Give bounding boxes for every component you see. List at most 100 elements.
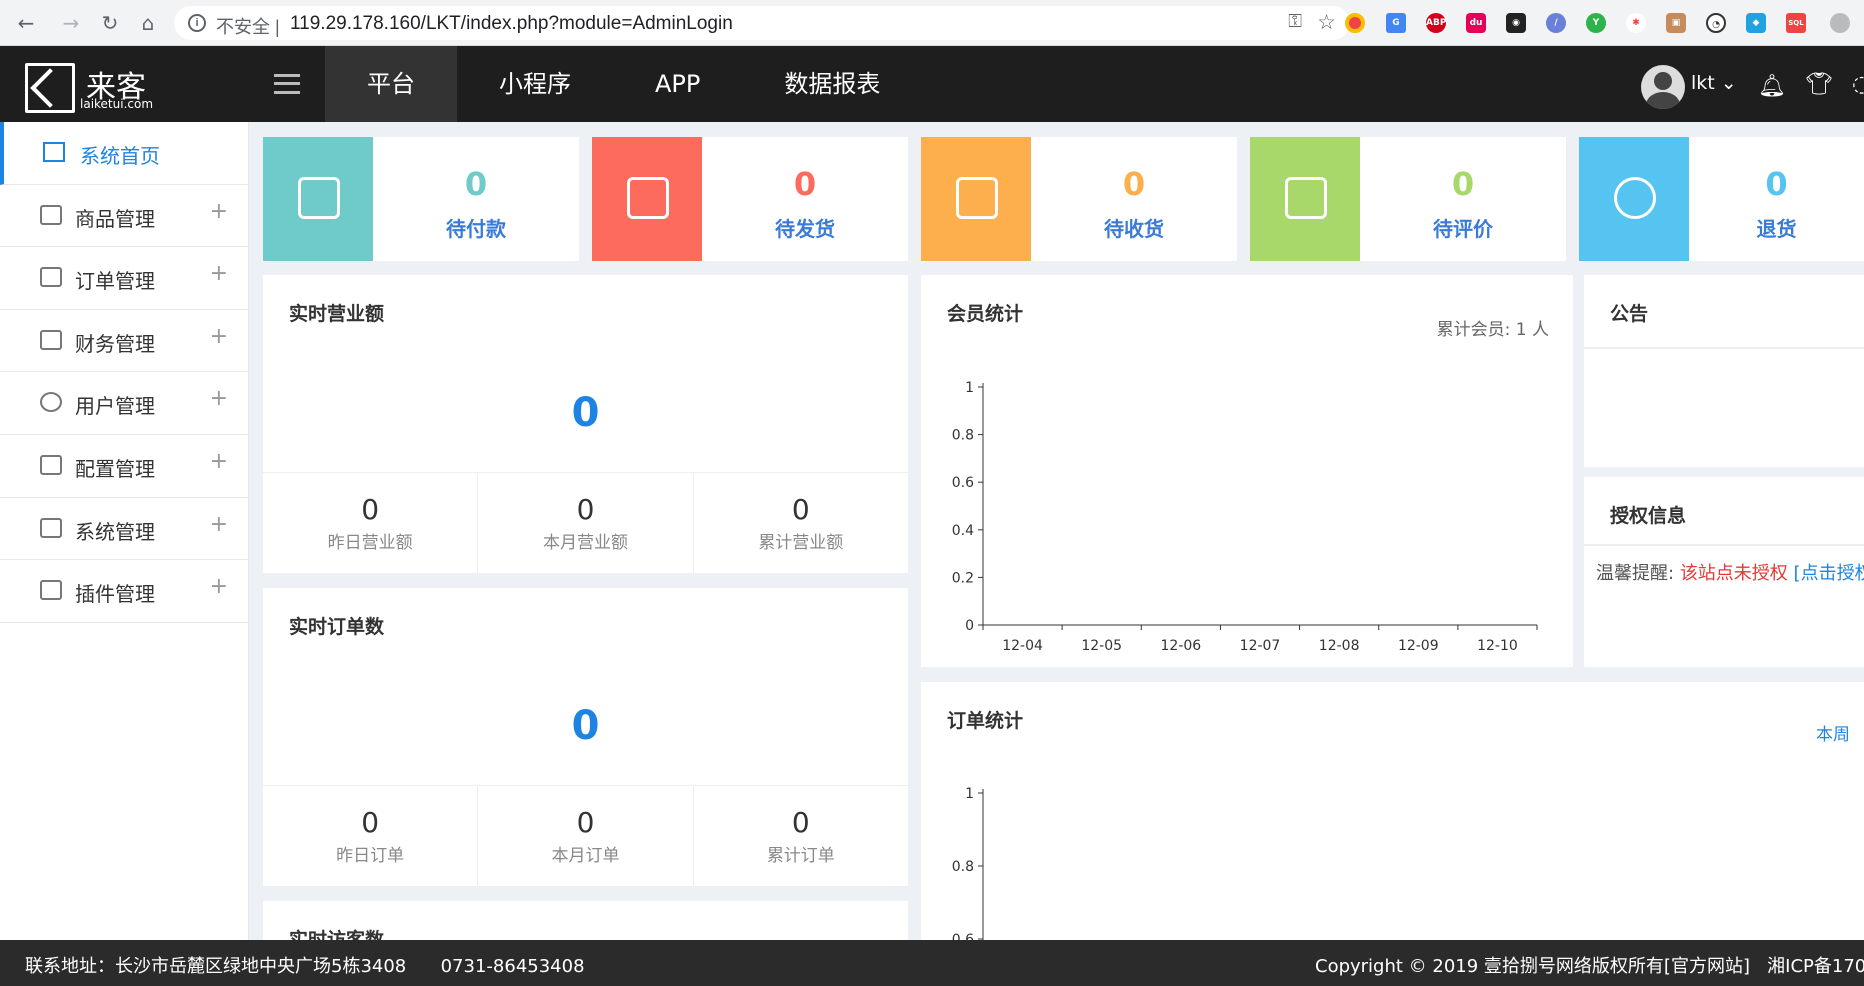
forward-icon[interactable]: → [57,9,85,37]
extension-asterisk-icon[interactable]: ✱ [1626,13,1646,33]
top-nav-platform[interactable]: 平台 [325,46,457,122]
stat-card-pending-payment[interactable]: 0 待付款 [263,137,579,261]
y-tick-label: 0.2 [952,570,974,586]
orders-month: 0 本月订单 [478,786,694,886]
user-menu[interactable]: lkt ⌄ [1691,72,1737,94]
extension-sql-icon[interactable]: SQL [1786,13,1806,33]
archive-icon [627,177,669,219]
bag-icon [40,204,62,225]
footer-contact: 联系地址：长沙市岳麓区绿地中央广场5栋3408 0731-86453408 [25,952,585,978]
stat-icon-box [1579,137,1689,261]
stat-card-returns[interactable]: 0 退货 [1579,137,1864,261]
top-nav-miniprogram[interactable]: 小程序 [457,46,613,122]
key-icon[interactable]: ⚿ [1288,11,1302,32]
expand-plus-icon[interactable]: + [210,324,228,349]
top-nav-app[interactable]: APP [613,46,742,122]
sidebar-item-label: 配置管理 [75,456,155,481]
logo-mark [25,63,75,113]
info-icon[interactable]: i [188,14,206,32]
extension-gauge-icon[interactable]: ◔ [1706,13,1726,33]
extension-feather-icon[interactable]: / [1546,13,1566,33]
stat-icon-box [921,137,1031,261]
notice-panel: 公告 [1584,275,1864,467]
extension-y-icon[interactable]: Y [1586,13,1606,33]
revenue-yesterday: 0 昨日营业额 [263,473,479,573]
profile-avatar-icon[interactable] [1830,13,1850,33]
top-nav-reports[interactable]: 数据报表 [742,46,922,122]
user-icon [40,392,62,413]
footer-phone: 0731-86453408 [440,956,585,977]
stat-card-pending-shipment[interactable]: 0 待发货 [592,137,908,261]
stat-icon-box [592,137,702,261]
order-stats-panel: 订单统计 本周 0.6 0.8 1 [921,682,1864,940]
license-panel: 授权信息 温馨提醒: 该站点未授权 [点击授权] [1584,477,1864,667]
extension-eye-icon[interactable]: ◆ [1746,13,1766,33]
footer-copyright-line: Copyright © 2019 壹拾捌号网络版权所有[官方网站] 湘ICP备1… [1315,952,1864,978]
home-icon[interactable]: ⌂ [134,9,162,37]
label: 本月营业额 [542,533,628,553]
sidebar-item-users[interactable]: 用户管理 + [0,372,248,435]
browser-toolbar: ← → ↻ ⌂ i 不安全 | 119.29.178.160/LKT/index… [0,0,1864,46]
label: 昨日营业额 [327,533,413,553]
y-tick-label: 1 [965,786,974,802]
value: 0 [576,493,595,526]
sidebar-item-home[interactable]: 系统首页 [0,122,248,185]
extension-translate-icon[interactable]: G [1386,13,1406,33]
expand-plus-icon[interactable]: + [210,449,228,474]
stat-label: 待评价 [1433,217,1493,241]
menu-toggle-icon[interactable] [274,74,300,94]
footer-icp: 湘ICP备170203 [1767,956,1864,977]
shirt-icon[interactable]: 👕︎ [1805,72,1833,97]
stat-card-pending-review[interactable]: 0 待评价 [1250,137,1566,261]
expand-plus-icon[interactable]: + [210,386,228,411]
more-icon[interactable]: ◌ [1852,72,1864,97]
sidebar-item-plugins[interactable]: 插件管理 + [0,560,248,623]
sidebar-item-label: 插件管理 [75,582,155,607]
footer-copyright[interactable]: Copyright © 2019 壹拾捌号网络版权所有[官方网站] [1315,956,1750,977]
back-icon[interactable]: ← [12,9,40,37]
truck-icon [956,177,998,219]
expand-plus-icon[interactable]: + [210,199,228,224]
sidebar: 系统首页 商品管理 + 订单管理 + 财务管理 + 用户管理 + 配置管理 + … [0,122,249,940]
yen-icon [40,329,62,350]
config-icon [40,454,62,475]
stat-card-pending-receipt[interactable]: 0 待收货 [921,137,1237,261]
panel-title: 授权信息 [1610,505,1687,527]
expand-plus-icon[interactable]: + [210,261,228,286]
stat-label: 待收货 [1104,217,1164,241]
sidebar-item-label: 商品管理 [75,206,155,231]
stat-icon-box [263,137,373,261]
revenue-breakdown: 0 昨日营业额 0 本月营业额 0 累计营业额 [263,472,908,573]
extension-chrome-icon[interactable] [1345,13,1365,33]
user-avatar[interactable] [1641,65,1685,109]
expand-plus-icon[interactable]: + [210,512,228,537]
stat-value: 0 [793,165,817,203]
bell-icon[interactable]: 🔔︎ [1758,74,1786,99]
clipboard-icon [40,267,62,288]
url-text[interactable]: 119.29.178.160/LKT/index.php?module=Admi… [290,13,733,35]
extension-abp-icon[interactable]: ABP [1426,13,1446,33]
sidebar-item-config[interactable]: 配置管理 + [0,435,248,498]
orders-value: 0 [571,703,600,749]
exchange-icon [1614,177,1656,219]
address-bar[interactable]: i 不安全 | 119.29.178.160/LKT/index.php?mod… [174,6,1350,40]
extension-box-icon[interactable]: ▣ [1666,13,1686,33]
extension-mask-icon[interactable]: ◉ [1506,13,1526,33]
panel-title: 公告 [1610,303,1649,325]
license-text: 温馨提醒: 该站点未授权 [点击授权] [1596,561,1864,587]
revenue-total: 0 累计营业额 [694,473,908,573]
reload-icon[interactable]: ↻ [96,9,124,37]
label: 累计营业额 [758,533,844,553]
sidebar-item-finance[interactable]: 财务管理 + [0,310,248,373]
license-link[interactable]: [点击授权] [1794,563,1864,584]
sidebar-item-system[interactable]: 系统管理 + [0,498,248,561]
wallet-icon [298,177,340,219]
x-tick-label: 12-08 [1319,638,1360,654]
sidebar-item-orders[interactable]: 订单管理 + [0,247,248,310]
home-icon [43,142,65,162]
extension-du-icon[interactable]: du [1466,13,1486,33]
sidebar-item-label: 系统管理 [75,519,155,544]
expand-plus-icon[interactable]: + [210,574,228,599]
bookmark-star-icon[interactable]: ☆ [1317,10,1336,35]
sidebar-item-products[interactable]: 商品管理 + [0,185,248,248]
